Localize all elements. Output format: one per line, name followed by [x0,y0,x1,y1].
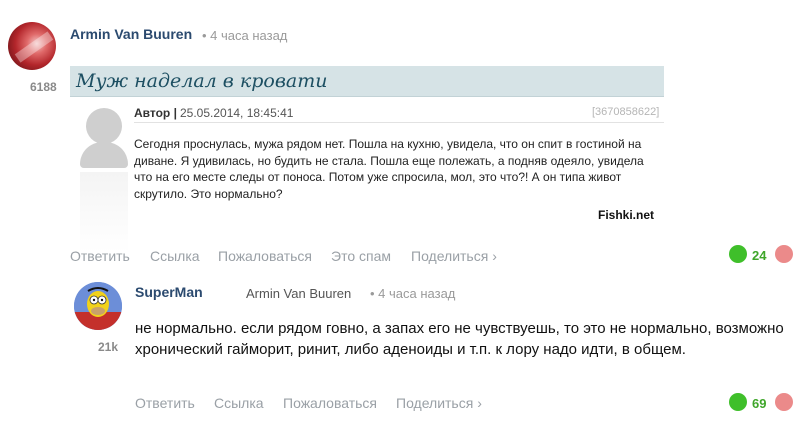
complain-button[interactable]: Пожаловаться [218,248,312,264]
downvote-icon[interactable] [775,245,793,263]
avatar[interactable] [74,282,122,330]
embedded-screenshot[interactable]: Муж наделал в кровати Автор | 25.05.2014… [70,66,664,252]
embed-text: Сегодня проснулась, мужа рядом нет. Пошл… [134,137,644,201]
watermark: Fishki.net [598,208,655,222]
reply-to-link[interactable]: Armin Van Buuren [246,286,351,301]
comment-timestamp[interactable]: • 4 часа назад [202,28,287,43]
link-button[interactable]: Ссылка [214,395,264,411]
reply-button[interactable]: Ответить [70,248,130,264]
comment-author-link[interactable]: Armin Van Buuren [70,26,192,42]
embed-title: Муж наделал в кровати [76,70,328,92]
reply-text: не нормально. если рядом говно, а запах … [135,320,784,358]
reply-rating: 69 [752,396,767,411]
reply-timestamp[interactable]: • 4 часа назад [370,286,455,301]
embed-post-id: [3670858622] [592,106,660,118]
share-button[interactable]: Поделиться › [411,248,497,264]
avatar[interactable] [8,22,56,70]
upvote-icon[interactable] [729,245,747,263]
reply-button[interactable]: Ответить [135,395,195,411]
user-karma: 6188 [30,80,57,94]
downvote-icon[interactable] [775,393,793,411]
spam-button[interactable]: Это спам [331,248,391,264]
upvote-icon[interactable] [729,393,747,411]
reply-author-link[interactable]: SuperMan [135,284,203,300]
embed-author-label: Автор | [134,106,177,120]
user-karma: 21k [98,340,119,354]
comment-rating: 24 [752,248,767,263]
share-button[interactable]: Поделиться › [396,395,482,411]
link-button[interactable]: Ссылка [150,248,200,264]
complain-button[interactable]: Пожаловаться [283,395,377,411]
embed-date: 25.05.2014, 18:45:41 [180,106,294,120]
anonymous-avatar-icon [80,102,128,252]
embed-divider [134,122,664,123]
